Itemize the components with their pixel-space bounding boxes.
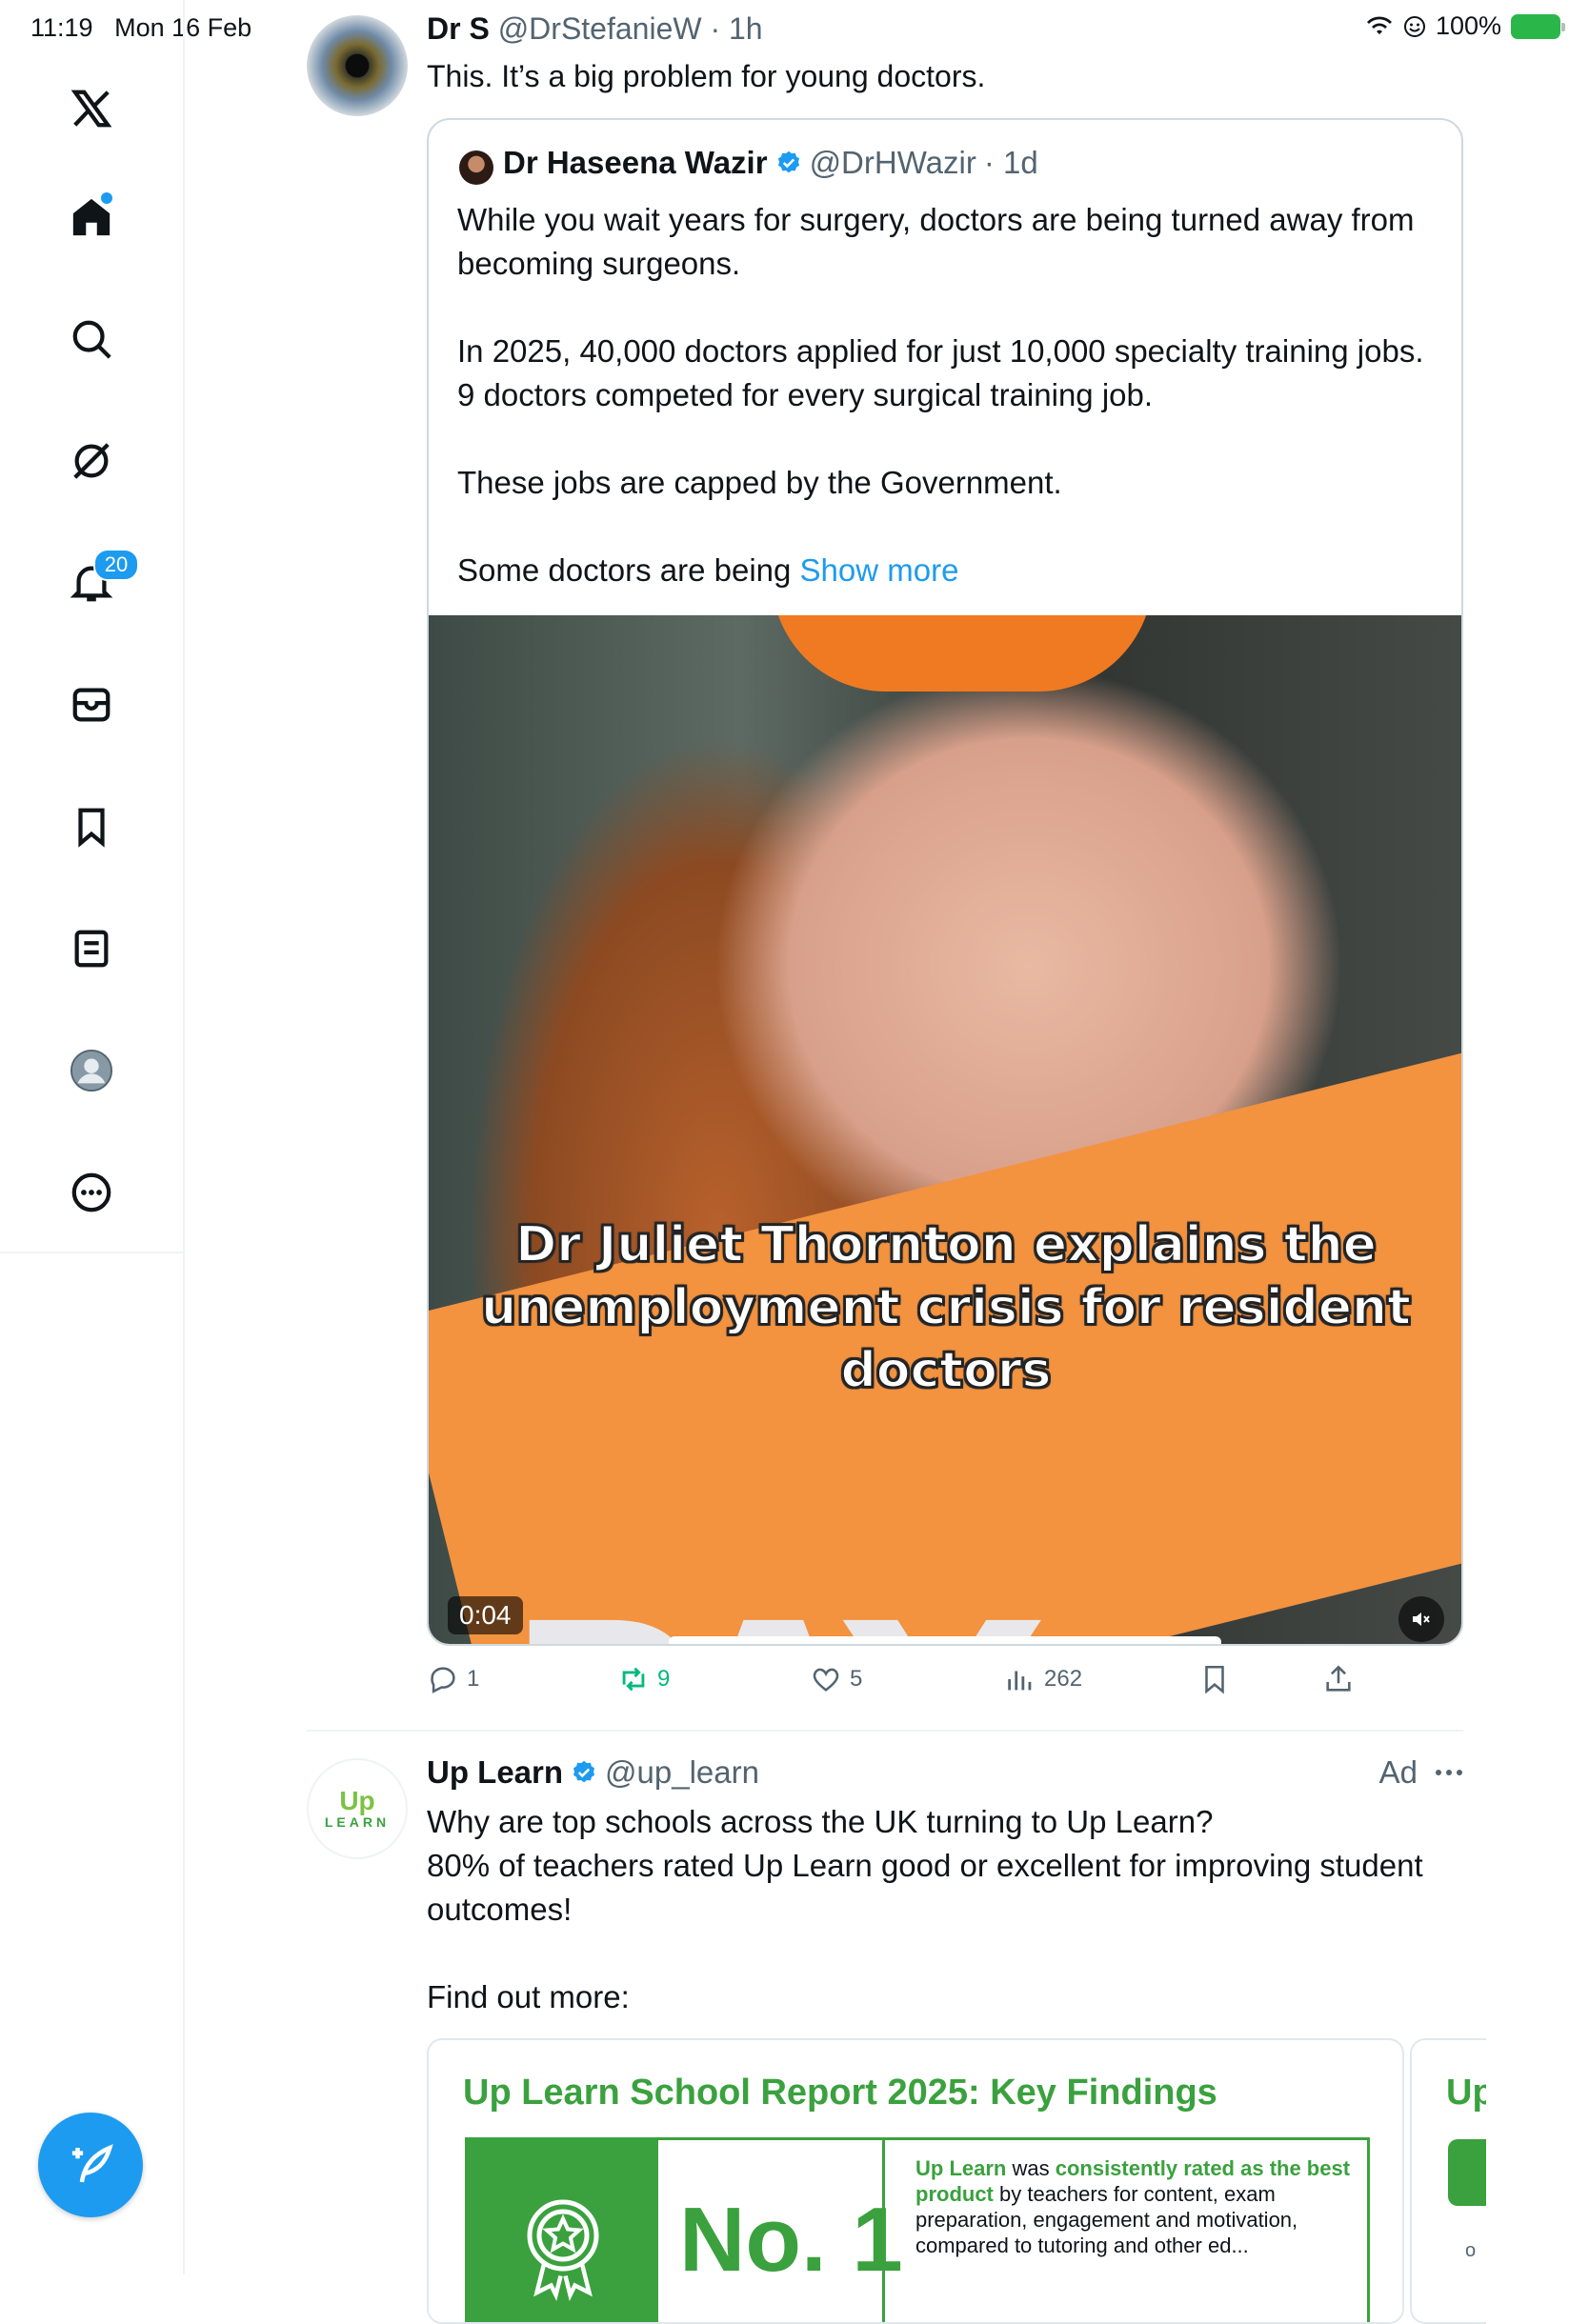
sidebar-divider [0, 1252, 183, 1253]
quote-paragraph: These jobs are capped by the Government. [457, 465, 1062, 500]
reply-count: 1 [467, 1666, 480, 1692]
quote-author-handle: @DrHWazir [809, 145, 976, 180]
ad-label: Ad [1378, 1754, 1418, 1790]
more-circle-icon [71, 1172, 111, 1212]
ad-label-group: Ad [1379, 1754, 1463, 1791]
share-button[interactable] [1322, 1663, 1355, 1695]
author-name[interactable]: Dr S [427, 11, 490, 46]
show-more-link[interactable]: Show more [800, 552, 959, 588]
list-icon [74, 930, 109, 968]
reply-button[interactable]: 1 [427, 1663, 479, 1695]
card2-text: o [1465, 2240, 1477, 2261]
ad-author-name[interactable]: Up Learn [427, 1754, 563, 1791]
quote-author-avatar [459, 150, 493, 185]
mute-button[interactable] [1398, 1596, 1444, 1642]
ad-carousel-card-next[interactable]: Up o [1410, 2038, 1486, 2324]
repost-count: 9 [657, 1666, 671, 1692]
nav-search[interactable] [61, 309, 122, 370]
ad-line: Find out more: [427, 1979, 630, 2014]
nav-more[interactable] [61, 1162, 122, 1223]
video-progress-bar[interactable] [669, 1636, 1221, 1644]
quote-paragraph: While you wait years for surgery, doctor… [457, 202, 1415, 281]
mail-icon [72, 688, 111, 722]
video-sign-text: PAY [505, 1568, 1038, 1644]
ad-carousel-card[interactable]: Up Learn School Report 2025: Key Finding… [427, 2038, 1404, 2324]
award-badge [468, 2140, 658, 2322]
quote-tweet-card[interactable]: Dr Haseena Wazir @DrHWazir · 1d While yo… [427, 118, 1463, 1646]
home-unread-dot [101, 192, 112, 204]
card-description: Up Learn was consistently rated as the b… [915, 2156, 1351, 2257]
like-button[interactable]: 5 [810, 1663, 862, 1695]
author-handle[interactable]: @DrStefanieW [498, 11, 702, 46]
views-button[interactable]: 262 [1004, 1663, 1082, 1695]
battery-percent: 100% [1435, 11, 1501, 40]
heart-icon [813, 1668, 839, 1692]
repost-icon [622, 1667, 645, 1692]
ad-author-avatar[interactable]: Up LEARN [307, 1758, 408, 1859]
notification-badge: 20 [93, 549, 139, 581]
up-learn-logo-bottom: LEARN [324, 1814, 391, 1830]
nav-notifications[interactable]: 20 [61, 549, 139, 613]
like-count: 5 [850, 1666, 863, 1692]
ad-line: Why are top schools across the UK turnin… [427, 1804, 1214, 1839]
card-separator [882, 2140, 885, 2322]
nav-lists[interactable] [61, 918, 122, 979]
search-icon [72, 320, 111, 359]
card2-green-block [1448, 2139, 1486, 2206]
card-big-number: No. 1 [679, 2189, 903, 2291]
nav-messages[interactable] [61, 674, 122, 735]
repost-button[interactable]: 9 [617, 1663, 670, 1695]
tweet-divider [307, 1730, 1463, 1732]
views-chart-icon [1008, 1671, 1032, 1691]
verified-badge-icon [573, 1760, 595, 1783]
status-icons: 100% [1365, 11, 1565, 41]
video-duration: 0:04 [448, 1596, 523, 1634]
up-learn-logo-top: Up [339, 1786, 375, 1815]
nav-home[interactable] [61, 187, 122, 248]
verified-badge-icon [777, 150, 799, 173]
bookmark-icon [78, 808, 105, 848]
reply-icon [431, 1667, 455, 1693]
ad-author-handle[interactable]: @up_learn [605, 1754, 759, 1791]
compose-feather-icon [71, 2144, 113, 2183]
card-findings-box: No. 1 Up Learn was consistently rated as… [465, 2137, 1370, 2322]
bookmark-icon [1205, 1665, 1224, 1694]
quote-author-name: Dr Haseena Wazir [503, 145, 768, 180]
ad-line: 80% of teachers rated Up Learn good or e… [427, 1848, 1423, 1927]
nav-grok[interactable] [61, 431, 122, 491]
profile-avatar-icon [70, 1049, 113, 1092]
card2-title: Up [1446, 2073, 1486, 2113]
more-options-icon[interactable] [1435, 1769, 1463, 1776]
speaker-muted-icon [1413, 1613, 1430, 1626]
video-player[interactable]: PAY Dr Juliet Thornton explains the unem… [429, 615, 1461, 1644]
share-icon [1326, 1665, 1351, 1692]
tweet-time[interactable]: · 1h [710, 11, 762, 46]
wifi-icon [1366, 15, 1392, 34]
nav-bookmarks[interactable] [61, 796, 122, 857]
tweet-text: This. It’s a big problem for young docto… [427, 59, 986, 93]
quote-header: Dr Haseena Wazir @DrHWazir · 1d [503, 145, 1038, 181]
grok-icon [73, 443, 110, 479]
author-avatar[interactable] [307, 15, 408, 116]
compose-button[interactable] [38, 2113, 143, 2217]
quote-paragraph-last: Some doctors are being Show more [457, 552, 959, 588]
quote-text: While you wait years for surgery, doctor… [457, 198, 1438, 592]
tweet-header: Dr S @DrStefanieW · 1h [427, 11, 763, 47]
video-caption: Dr Juliet Thornton explains the unemploy… [480, 1215, 1412, 1400]
ad-header: Up Learn @up_learn [427, 1754, 759, 1791]
video-frame-hat [772, 615, 1153, 691]
battery-icon [1511, 13, 1565, 39]
award-rosette-icon [527, 2199, 599, 2301]
card-title: Up Learn School Report 2025: Key Finding… [463, 2073, 1217, 2113]
nav-profile[interactable] [61, 1040, 122, 1101]
bookmark-button[interactable] [1198, 1663, 1231, 1695]
focus-icon [1403, 15, 1425, 37]
quote-paragraph: In 2025, 40,000 doctors applied for just… [457, 333, 1424, 412]
tweet-actions: 1 9 5 262 [427, 1663, 1463, 1709]
x-logo-icon[interactable] [61, 78, 122, 139]
ad-text: Why are top schools across the UK turnin… [427, 1800, 1484, 2019]
views-count: 262 [1044, 1666, 1083, 1692]
quote-time: · 1d [983, 145, 1038, 180]
